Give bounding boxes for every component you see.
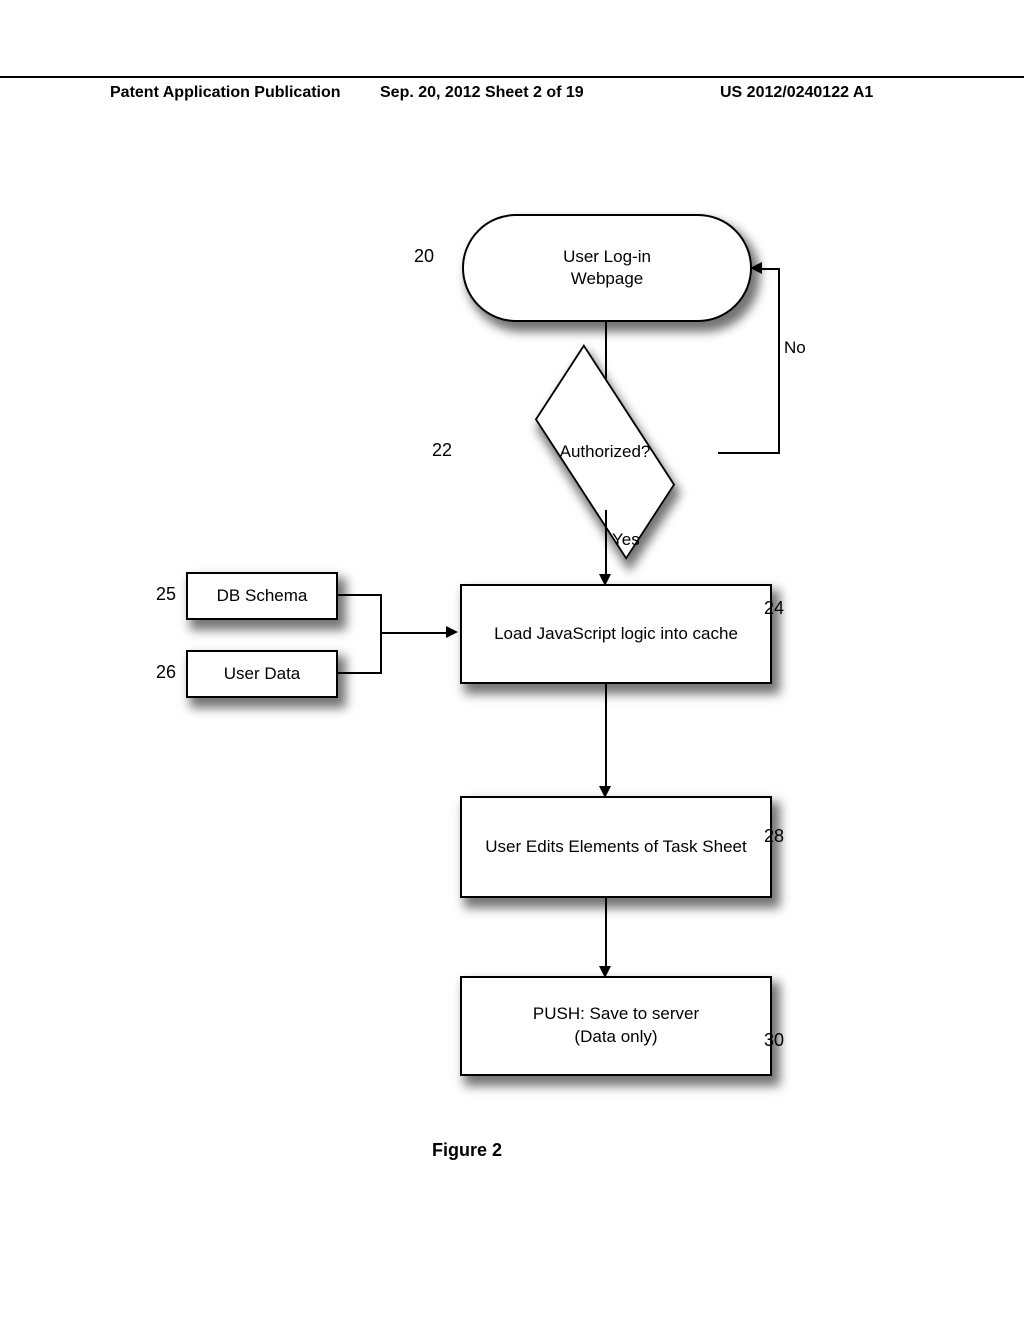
ref-25: 25 [156, 584, 176, 605]
edge-25-out [336, 594, 380, 596]
header-right: US 2012/0240122 A1 [720, 84, 873, 102]
arrowhead-merge [446, 626, 458, 638]
ref-28: 28 [764, 826, 784, 847]
ref-20: 20 [414, 246, 434, 267]
edge-no-v [778, 268, 780, 454]
edge-merge-v [380, 594, 382, 674]
edge-no-h-top [760, 268, 780, 270]
node-user-edits: User Edits Elements of Task Sheet [460, 796, 772, 898]
header-left: Patent Application Publication [110, 84, 341, 102]
edge-edit-to-push [605, 898, 607, 968]
node-user-data: User Data [186, 650, 338, 698]
ref-24: 24 [764, 598, 784, 619]
edge-load-to-edit [605, 684, 607, 788]
figure-caption: Figure 2 [432, 1140, 502, 1161]
patent-page: Patent Application Publication Sep. 20, … [0, 0, 1024, 1320]
ref-22: 22 [432, 440, 452, 461]
node-authorized-text: Authorized? [490, 392, 720, 512]
edge-no-h [718, 452, 778, 454]
node-authorized-decision: Authorized? [490, 392, 720, 512]
node-push-save: PUSH: Save to server (Data only) [460, 976, 772, 1076]
node-load-cache: Load JavaScript logic into cache [460, 584, 772, 684]
edge-yes [605, 510, 607, 576]
edge-merge-h [380, 632, 446, 634]
page-header: Patent Application Publication Sep. 20, … [0, 76, 1024, 82]
edge-26-out [336, 672, 380, 674]
node-login-terminator: User Log-in Webpage [462, 214, 752, 322]
edge-label-no: No [784, 338, 806, 358]
header-mid: Sep. 20, 2012 Sheet 2 of 19 [380, 84, 584, 102]
ref-30: 30 [764, 1030, 784, 1051]
node-db-schema: DB Schema [186, 572, 338, 620]
edge-label-yes: Yes [612, 530, 640, 550]
ref-26: 26 [156, 662, 176, 683]
